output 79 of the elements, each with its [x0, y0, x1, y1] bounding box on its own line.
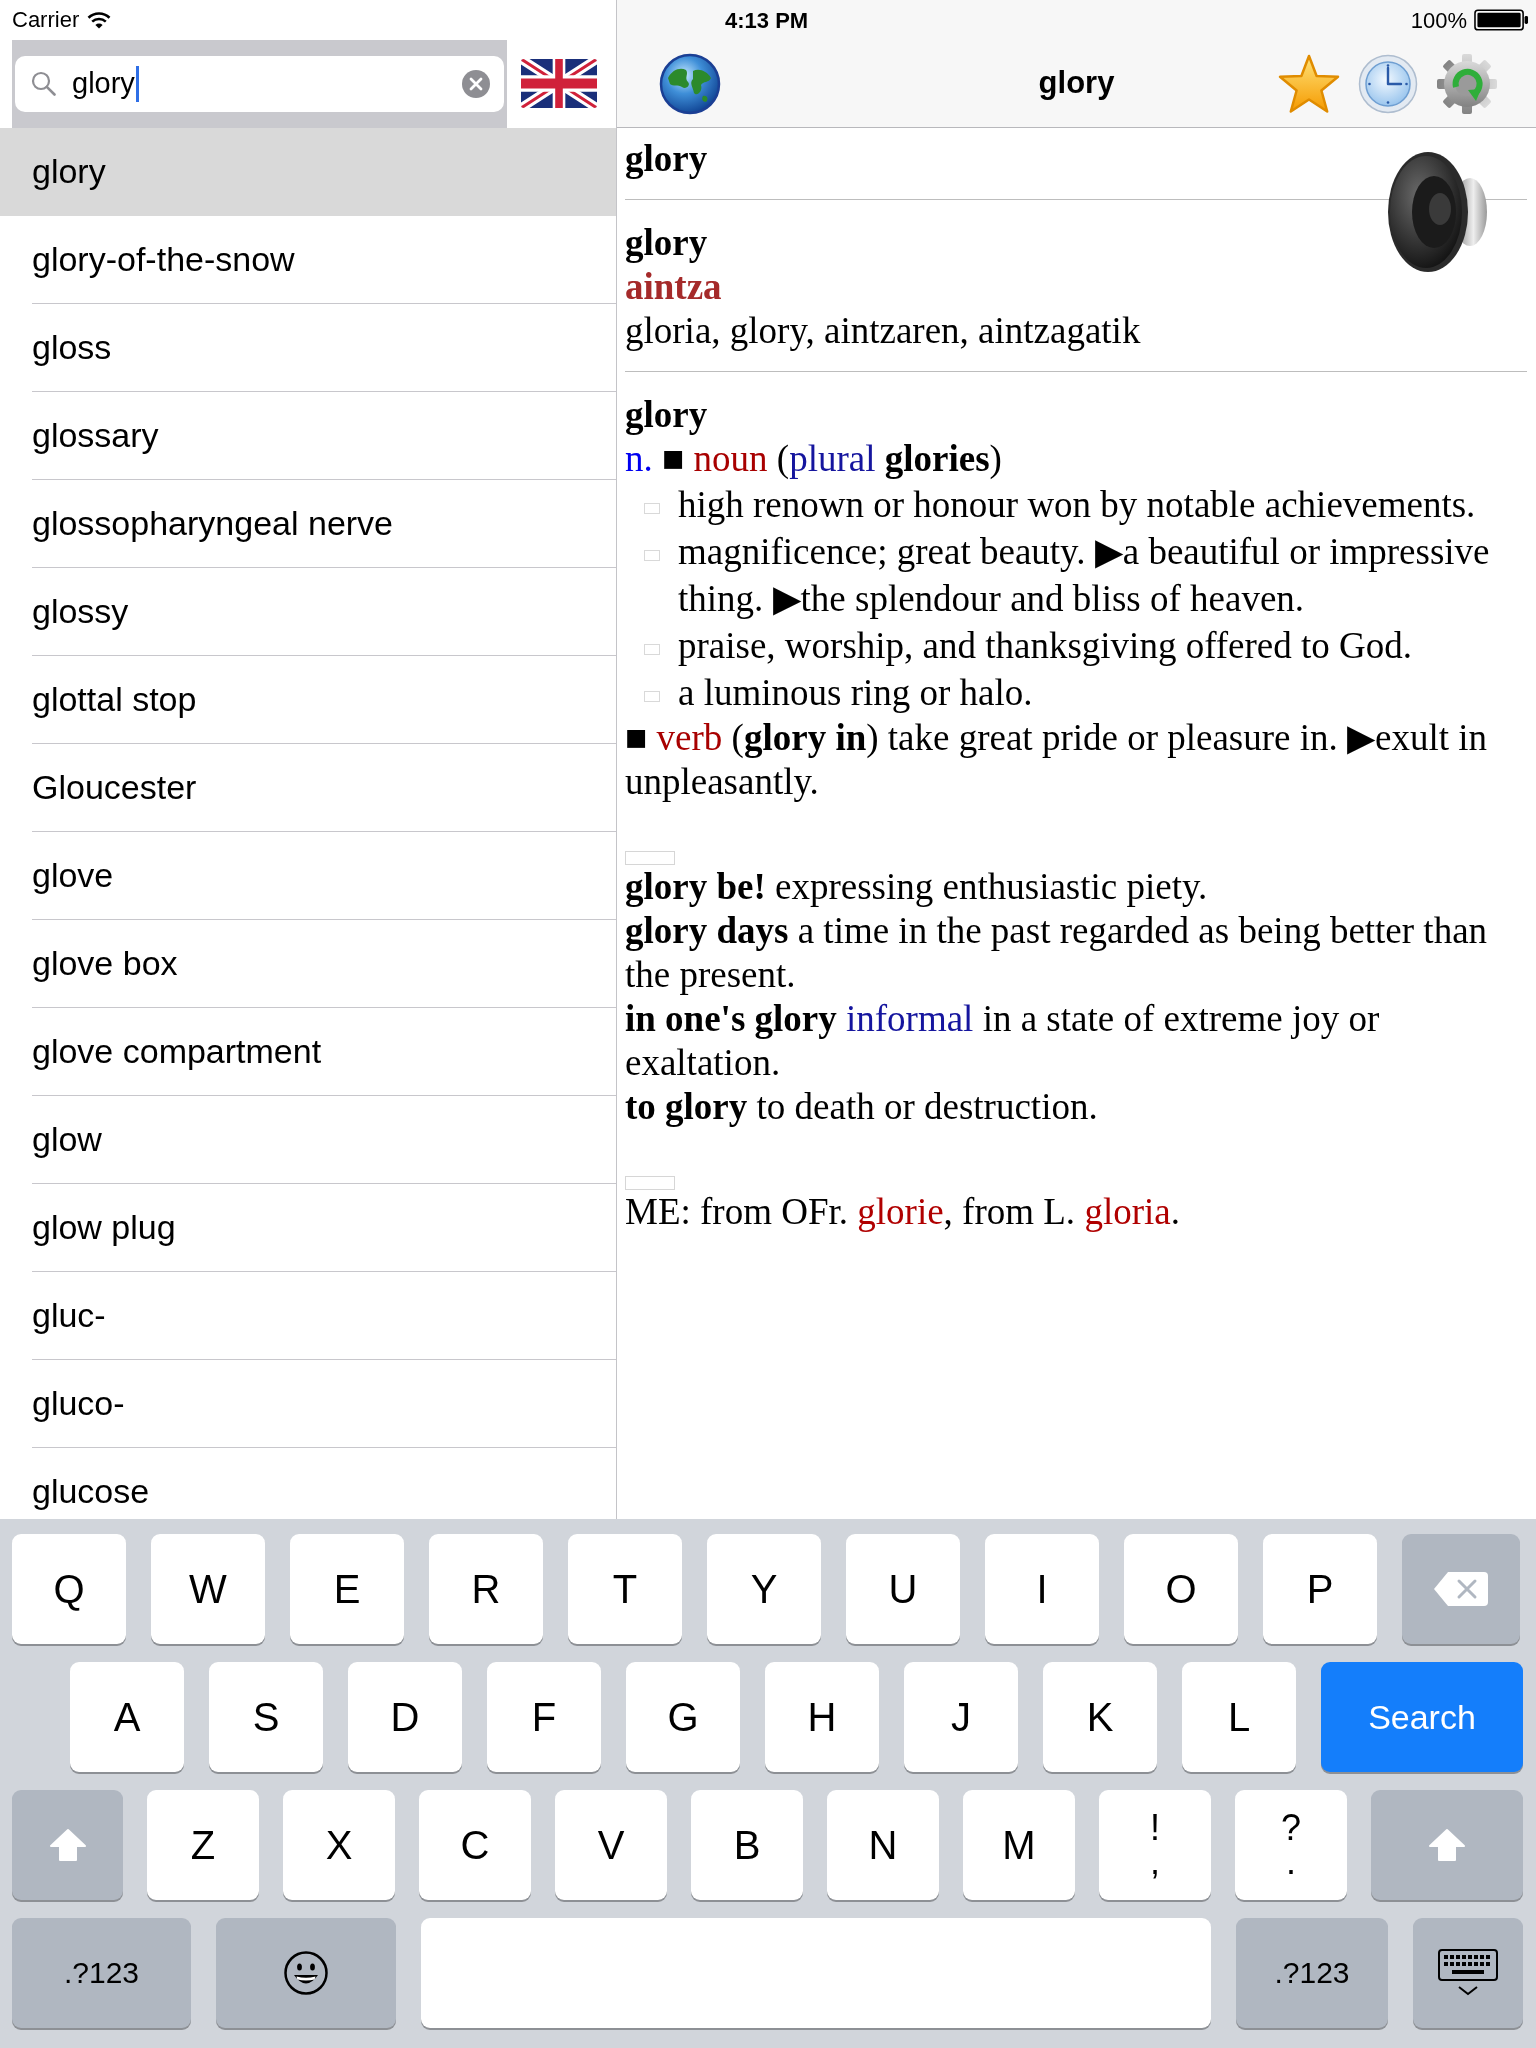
definition-text: glory be! expressing enthusiastic piety. — [625, 865, 1209, 909]
clear-icon[interactable] — [462, 69, 490, 98]
numbers-key[interactable]: .?123 — [12, 1918, 191, 2028]
punctuation-key[interactable]: ? . — [1235, 1790, 1347, 1900]
letter-key[interactable]: J — [904, 1662, 1018, 1772]
headword: glory — [625, 137, 709, 181]
letter-key[interactable]: Z — [147, 1790, 259, 1900]
letter-key[interactable]: C — [419, 1790, 531, 1900]
definition-text: n. ■ noun (plural glories) — [625, 437, 1003, 481]
letter-key[interactable]: F — [487, 1662, 601, 1772]
bullet-icon — [644, 644, 660, 655]
empty-box-icon — [625, 851, 675, 865]
letter-key[interactable]: Q — [12, 1534, 126, 1644]
numbers-key[interactable]: .?123 — [1236, 1918, 1388, 2028]
clock-icon[interactable] — [1358, 53, 1418, 114]
letter-key[interactable]: N — [827, 1790, 939, 1900]
sense-text: praise, worship, and thanksgiving offered to God. — [678, 624, 1414, 668]
sense-text: high renown or honour won by notable achievements. — [678, 483, 1477, 527]
battery-percent: 100% — [1410, 6, 1467, 35]
definition-text: gloria, glory, aintzaren, aintzagatik — [625, 309, 1142, 353]
sense-text: a luminous ring or halo. — [678, 671, 1034, 715]
wifi-icon — [87, 10, 112, 29]
shift-arrow-icon — [1428, 1828, 1466, 1862]
letter-key[interactable]: X — [283, 1790, 395, 1900]
letter-key[interactable]: H — [765, 1662, 879, 1772]
letter-key[interactable]: Y — [707, 1534, 821, 1644]
emoji-key[interactable] — [216, 1918, 396, 2028]
headword: glory — [625, 221, 709, 265]
status-time: 4:13 PM — [725, 6, 809, 35]
letter-key[interactable]: E — [290, 1534, 404, 1644]
letter-key[interactable]: G — [626, 1662, 740, 1772]
definition-text: glory days a time in the past regarded as being better than the present. — [625, 909, 1489, 997]
definition-text: ■ verb (glory in) take great pride or pleasure in. ▶exult in unpleasantly. — [625, 716, 1489, 804]
shift-key[interactable] — [12, 1790, 123, 1900]
headword: glory — [625, 393, 709, 437]
flag-icon[interactable] — [521, 59, 597, 109]
definition-text: to glory to death or destruction. — [625, 1085, 1099, 1129]
keyboard-icon — [1437, 1948, 1499, 1998]
shift-arrow-icon — [48, 1828, 87, 1862]
letter-key[interactable]: V — [555, 1790, 667, 1900]
letter-key[interactable]: D — [348, 1662, 462, 1772]
letter-key[interactable]: B — [691, 1790, 803, 1900]
search-icon — [31, 70, 56, 96]
letter-key[interactable]: W — [151, 1534, 265, 1644]
letter-key[interactable]: L — [1182, 1662, 1296, 1772]
search-field[interactable]: glory — [15, 55, 504, 112]
letter-key[interactable]: A — [70, 1662, 184, 1772]
sense-text: magnificence; great beauty. ▶a beautiful or impressive thing. ▶the splendour and bliss of heaven. — [678, 530, 1491, 621]
smiley-icon — [283, 1950, 329, 1996]
punctuation-key[interactable]: ! , — [1099, 1790, 1211, 1900]
bullet-icon — [644, 691, 660, 702]
speaker-icon[interactable] — [1386, 150, 1490, 274]
search-key[interactable]: Search — [1321, 1662, 1523, 1772]
definition-text: in one's glory informal in a state of extreme joy or exaltation. — [625, 997, 1381, 1085]
bullet-icon — [644, 550, 660, 561]
letter-key[interactable]: P — [1263, 1534, 1377, 1644]
battery-icon — [1474, 9, 1529, 31]
word-list-item[interactable]: glory — [0, 127, 616, 216]
letter-key[interactable]: U — [846, 1534, 960, 1644]
translation-text: aintza — [625, 265, 723, 309]
shift-key[interactable] — [1371, 1790, 1523, 1900]
globe-icon[interactable] — [659, 52, 721, 115]
letter-key[interactable]: R — [429, 1534, 543, 1644]
backspace-icon — [1432, 1570, 1490, 1608]
letter-key[interactable]: I — [985, 1534, 1099, 1644]
letter-key[interactable]: S — [209, 1662, 323, 1772]
letter-key[interactable]: O — [1124, 1534, 1238, 1644]
letter-key[interactable]: T — [568, 1534, 682, 1644]
dismiss-keyboard-key[interactable] — [1413, 1918, 1523, 2028]
backspace-key[interactable] — [1402, 1534, 1520, 1644]
letter-key[interactable]: K — [1043, 1662, 1157, 1772]
nav-title: glory — [1038, 64, 1115, 103]
letter-key[interactable]: M — [963, 1790, 1075, 1900]
star-icon[interactable] — [1276, 52, 1342, 115]
carrier-label: Carrier — [12, 6, 80, 35]
text-cursor-icon — [136, 65, 139, 102]
bullet-icon — [644, 503, 660, 514]
definition-text: ME: from OFr. glorie, from L. gloria. — [625, 1190, 1181, 1234]
empty-box-icon — [625, 1176, 675, 1190]
